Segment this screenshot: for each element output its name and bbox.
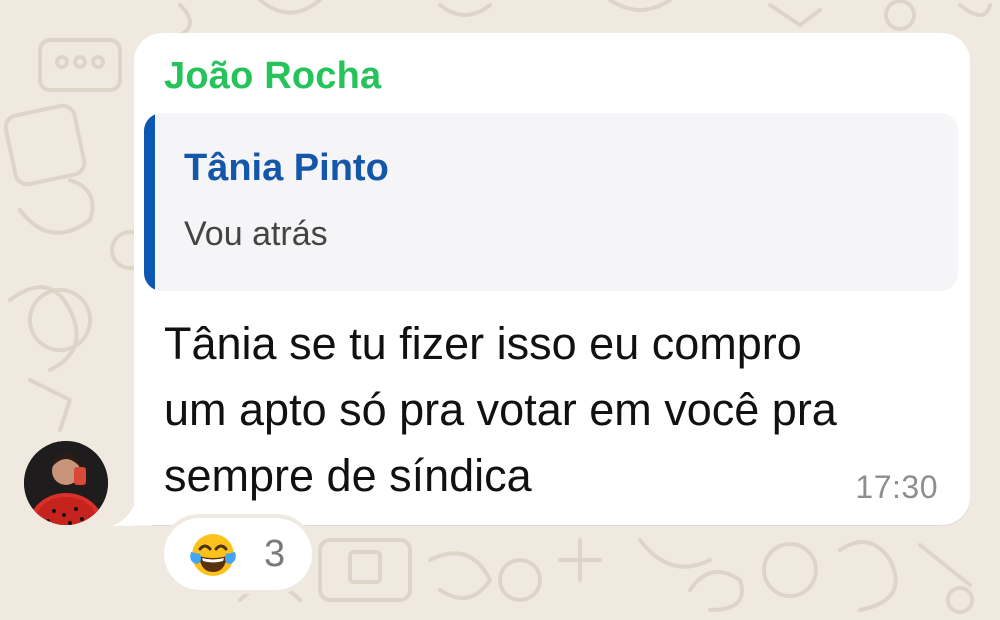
message-line: Tânia se tu fizer isso eu compro xyxy=(164,318,802,369)
reaction-count: 3 xyxy=(264,533,286,575)
message-text: Tânia se tu fizer isso eu compro um apto … xyxy=(164,311,944,509)
quoted-author: Tânia Pinto xyxy=(184,147,389,189)
quote-accent-bar xyxy=(144,113,155,291)
message-timestamp: 17:30 xyxy=(855,469,938,505)
avatar-photo xyxy=(24,441,108,525)
message-line: um apto só pra votar em você pra xyxy=(164,384,837,435)
sender-name[interactable]: João Rocha xyxy=(164,55,381,98)
quoted-text: Vou atrás xyxy=(184,215,328,253)
avatar[interactable] xyxy=(24,441,108,525)
face-with-tears-of-joy-icon xyxy=(190,534,236,576)
reaction-pill[interactable]: 3 xyxy=(164,518,312,590)
message-line: sempre de síndica xyxy=(164,450,532,501)
quoted-message[interactable]: Tânia Pinto Vou atrás xyxy=(144,113,958,291)
message-bubble[interactable]: João Rocha Tânia Pinto Vou atrás Tânia s… xyxy=(134,33,970,525)
